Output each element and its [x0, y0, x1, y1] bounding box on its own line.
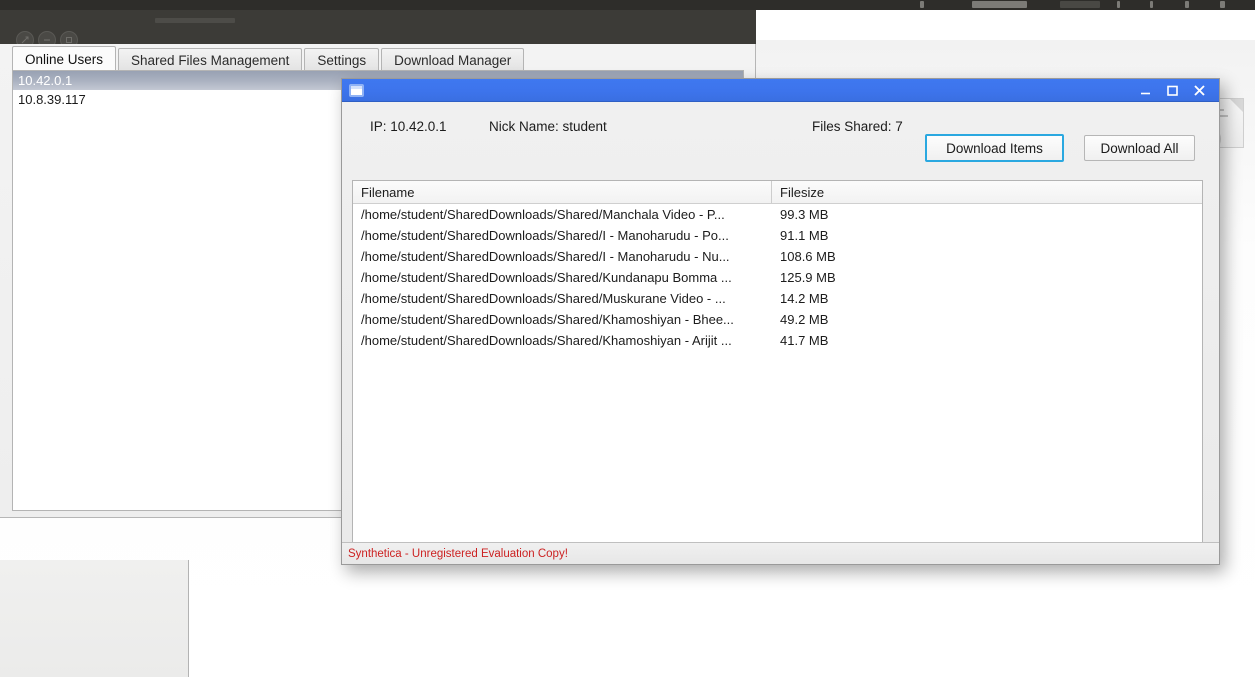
cell-filename: /home/student/SharedDownloads/Shared/Mus…: [353, 288, 772, 309]
cell-filesize: 99.3 MB: [772, 204, 1202, 225]
minimize-icon[interactable]: [1139, 84, 1152, 97]
download-all-button[interactable]: Download All: [1084, 135, 1195, 161]
desktop-vertical-divider: [188, 560, 189, 677]
download-items-label: Download Items: [946, 141, 1043, 156]
cell-filesize: 91.1 MB: [772, 225, 1202, 246]
dialog-titlebar[interactable]: [342, 79, 1219, 102]
shared-files-dialog[interactable]: IP: 10.42.0.1 Nick Name: student Files S…: [341, 78, 1220, 565]
table-row[interactable]: /home/student/SharedDownloads/Shared/Mus…: [353, 288, 1202, 309]
topbar-indicator-icon[interactable]: [1060, 1, 1100, 8]
cell-filename: /home/student/SharedDownloads/Shared/Man…: [353, 204, 772, 225]
cell-filesize: 41.7 MB: [772, 330, 1202, 351]
tab-label: Download Manager: [394, 53, 511, 68]
topbar-indicator-icon[interactable]: [1185, 1, 1189, 8]
tab-online-users[interactable]: Online Users: [12, 46, 116, 72]
topbar-indicator-icon[interactable]: [972, 1, 1027, 8]
topbar-indicator-icon[interactable]: [1150, 1, 1153, 8]
tab-label: Settings: [317, 53, 366, 68]
background-window-menu-strip: [155, 18, 235, 23]
column-header-filename[interactable]: Filename: [353, 181, 772, 203]
tab-shared-files-management[interactable]: Shared Files Management: [118, 48, 302, 72]
download-items-button[interactable]: Download Items: [925, 134, 1064, 162]
dialog-statusbar: Synthetica - Unregistered Evaluation Cop…: [342, 542, 1219, 564]
maximize-icon[interactable]: [1166, 84, 1179, 97]
window-icon: [349, 84, 364, 97]
table-row[interactable]: /home/student/SharedDownloads/Shared/Kun…: [353, 267, 1202, 288]
cell-filename: /home/student/SharedDownloads/Shared/I -…: [353, 225, 772, 246]
table-body: /home/student/SharedDownloads/Shared/Man…: [353, 204, 1202, 351]
topbar-indicator-icon[interactable]: [1220, 1, 1225, 8]
dialog-window-controls[interactable]: [1139, 84, 1206, 97]
cell-filename: /home/student/SharedDownloads/Shared/Kha…: [353, 309, 772, 330]
topbar-indicator-icon[interactable]: [1117, 1, 1120, 8]
download-all-label: Download All: [1100, 141, 1178, 156]
table-row[interactable]: /home/student/SharedDownloads/Shared/I -…: [353, 225, 1202, 246]
dialog-toolbar: IP: 10.42.0.1 Nick Name: student Files S…: [342, 102, 1219, 158]
tab-strip[interactable]: Online Users Shared Files Management Set…: [12, 46, 755, 72]
column-header-filesize[interactable]: Filesize: [772, 181, 1202, 203]
cell-filesize: 108.6 MB: [772, 246, 1202, 267]
desktop-left-panel: [0, 560, 189, 677]
online-user-ip: 10.8.39.117: [18, 92, 86, 107]
cell-filename: /home/student/SharedDownloads/Shared/Kha…: [353, 330, 772, 351]
cell-filename: /home/student/SharedDownloads/Shared/I -…: [353, 246, 772, 267]
background-window-titlebar[interactable]: [0, 10, 756, 44]
table-header: Filename Filesize: [353, 181, 1202, 204]
ip-label: IP: 10.42.0.1: [370, 119, 447, 134]
online-user-ip: 10.42.0.1: [18, 73, 72, 88]
cell-filesize: 14.2 MB: [772, 288, 1202, 309]
cell-filesize: 125.9 MB: [772, 267, 1202, 288]
page-fold-icon: [1230, 99, 1243, 112]
shared-files-table[interactable]: Filename Filesize /home/student/SharedDo…: [352, 180, 1203, 544]
desktop-topbar[interactable]: [0, 0, 1255, 10]
table-row[interactable]: /home/student/SharedDownloads/Shared/Kha…: [353, 309, 1202, 330]
close-icon[interactable]: [1193, 84, 1206, 97]
table-row[interactable]: /home/student/SharedDownloads/Shared/Man…: [353, 204, 1202, 225]
tab-label: Shared Files Management: [131, 53, 289, 68]
topbar-indicator-icon[interactable]: [920, 1, 924, 8]
tab-settings[interactable]: Settings: [304, 48, 379, 72]
tab-download-manager[interactable]: Download Manager: [381, 48, 524, 72]
dialog-body: IP: 10.42.0.1 Nick Name: student Files S…: [342, 102, 1219, 542]
table-row[interactable]: /home/student/SharedDownloads/Shared/I -…: [353, 246, 1202, 267]
cell-filesize: 49.2 MB: [772, 309, 1202, 330]
cell-filename: /home/student/SharedDownloads/Shared/Kun…: [353, 267, 772, 288]
status-text: Synthetica - Unregistered Evaluation Cop…: [348, 548, 568, 560]
nickname-label: Nick Name: student: [489, 119, 607, 134]
desktop-topbar-items: [920, 0, 1255, 10]
table-row[interactable]: /home/student/SharedDownloads/Shared/Kha…: [353, 330, 1202, 351]
files-shared-label: Files Shared: 7: [812, 119, 903, 134]
tab-label: Online Users: [25, 52, 103, 67]
